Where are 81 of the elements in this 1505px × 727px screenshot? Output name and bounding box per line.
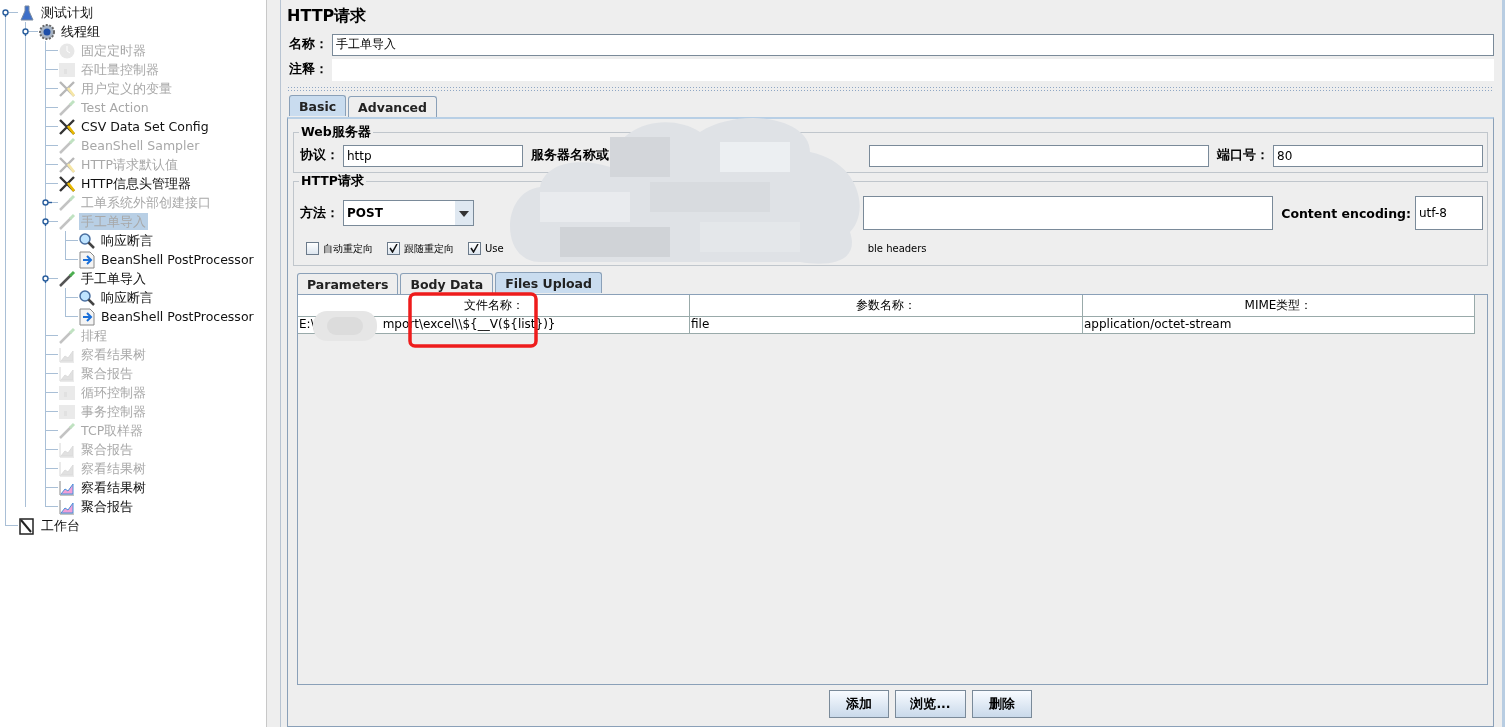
panel-title: HTTP请求 (287, 6, 368, 27)
column-header: 参数名称： (690, 295, 1083, 317)
expand-handle-icon[interactable] (21, 27, 32, 36)
tab[interactable]: Advanced (348, 96, 438, 117)
checkbox-label: Use (485, 243, 504, 254)
group-title: Web服务器 (299, 124, 373, 141)
checkmark-icon (389, 244, 398, 253)
port-field[interactable]: 80 (1273, 144, 1483, 167)
expand-handle-icon[interactable] (41, 274, 52, 283)
protocol-field[interactable]: http (343, 144, 523, 167)
tools-icon (58, 79, 76, 98)
field-label: 服务器名称或 (530, 147, 610, 164)
tree-item[interactable]: 聚合报告 (79, 498, 135, 515)
group-title: HTTP请求 (299, 173, 366, 190)
method-dropdown[interactable]: POST (343, 200, 474, 226)
flask-icon (18, 3, 36, 22)
tools-icon (58, 174, 76, 193)
tree-item[interactable]: 响应断言 (99, 289, 155, 306)
pipette-icon (58, 326, 76, 345)
pipette-icon (58, 136, 76, 155)
pipette-icon (58, 269, 76, 288)
chart-icon (58, 364, 76, 383)
path-field[interactable] (863, 196, 1274, 230)
chart-icon (58, 440, 76, 459)
checkbox[interactable] (306, 242, 319, 255)
chart-icon (58, 459, 76, 478)
chart-icon (58, 497, 76, 516)
field-label: 方法： (299, 204, 340, 222)
blur-patch (313, 311, 377, 341)
panel-icon (58, 402, 76, 421)
clock-icon (58, 41, 76, 60)
checkbox[interactable] (468, 242, 481, 255)
magnifier-icon (78, 288, 96, 307)
gear-icon (38, 22, 56, 41)
action-button[interactable]: 删除 (971, 690, 1032, 718)
column-header: MIME类型： (1083, 295, 1475, 317)
action-button[interactable]: 添加 (829, 690, 890, 718)
encoding-field[interactable]: utf-8 (1415, 196, 1483, 230)
pipette-icon (58, 98, 76, 117)
panel-icon (58, 60, 76, 79)
tab[interactable]: Files Upload (495, 272, 602, 293)
tree-item[interactable]: 手工单导入 (79, 270, 148, 287)
checkmark-icon (470, 244, 479, 253)
field-label: 名称： (288, 36, 329, 53)
tools-icon (58, 155, 76, 174)
tools-icon (58, 117, 76, 136)
arrow-page-icon (78, 250, 96, 269)
tree-item[interactable]: BeanShell PostProcessor (99, 308, 256, 325)
notepad-icon (18, 516, 36, 535)
pipette-icon (58, 212, 76, 231)
tree-item[interactable]: 工作台 (39, 517, 82, 534)
tree-item[interactable]: 线程组 (59, 23, 102, 40)
checkbox-label: 自动重定向 (323, 241, 373, 256)
name-field[interactable]: 手工单导入 (332, 33, 1494, 56)
table-cell: application/octet-stream (1083, 317, 1475, 334)
server-field[interactable] (869, 144, 1209, 167)
checkbox[interactable] (387, 242, 400, 255)
action-button[interactable]: 浏览... (895, 690, 966, 718)
tab[interactable]: Body Data (400, 273, 494, 294)
field-label: 协议： (299, 147, 340, 164)
expand-handle-icon[interactable] (1, 8, 12, 17)
tab[interactable]: Parameters (297, 273, 399, 294)
magnifier-icon (78, 231, 96, 250)
chart-icon (58, 345, 76, 364)
tree-item[interactable]: CSV Data Set Config (79, 118, 211, 135)
panel-icon (58, 383, 76, 402)
arrow-page-icon (78, 307, 96, 326)
field-label: Content encoding: (1280, 205, 1412, 221)
checkbox-label: ble headers (867, 243, 927, 254)
tab[interactable]: Basic (289, 95, 347, 116)
field-label: 注释： (288, 61, 329, 78)
column-header: 文件名称： (298, 295, 690, 317)
pipette-icon (58, 193, 76, 212)
tree-item[interactable]: 察看结果树 (79, 479, 148, 496)
pipette-icon (58, 421, 76, 440)
checkbox-label: 跟随重定向 (404, 241, 454, 256)
tree-item[interactable]: HTTP信息头管理器 (79, 175, 193, 192)
tree-item[interactable]: 测试计划 (39, 4, 95, 21)
table-cell: file (690, 317, 1083, 334)
field-label: 端口号： (1216, 147, 1270, 164)
chart-icon (58, 478, 76, 497)
